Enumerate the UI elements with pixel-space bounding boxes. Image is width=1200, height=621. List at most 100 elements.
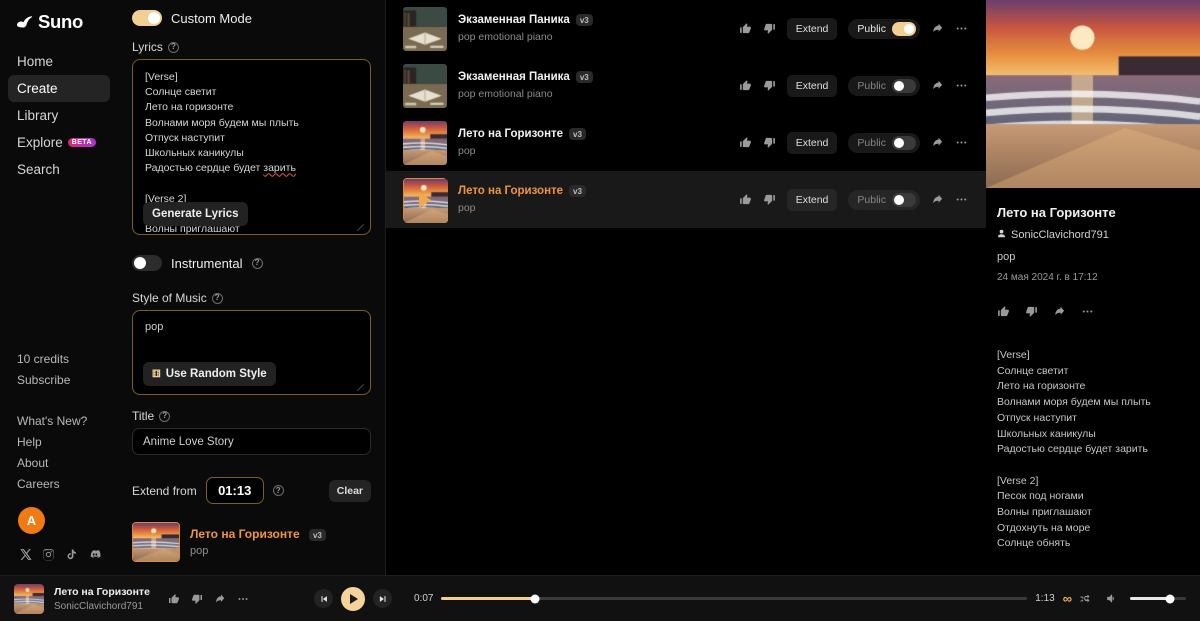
- title-input[interactable]: [132, 428, 371, 455]
- sidebar-item-home[interactable]: Home: [8, 48, 110, 75]
- detail-artwork: [986, 0, 1200, 188]
- x-icon[interactable]: [19, 548, 32, 561]
- thumbs-up-icon[interactable]: [997, 305, 1010, 318]
- shuffle-icon[interactable]: [1079, 593, 1091, 605]
- tiktok-icon[interactable]: [65, 548, 78, 561]
- thumbs-up-icon[interactable]: [168, 593, 180, 605]
- public-toggle[interactable]: Public: [848, 189, 920, 210]
- play-icon[interactable]: [419, 191, 431, 208]
- suno-app: Suno Home Create Library Explore BETA Se…: [0, 0, 1200, 621]
- song-artwork[interactable]: [403, 120, 447, 165]
- speaker-icon[interactable]: [1105, 592, 1118, 605]
- use-random-style-button[interactable]: ⚅ Use Random Style: [143, 362, 276, 386]
- extend-button[interactable]: Extend: [786, 188, 838, 211]
- clear-button[interactable]: Clear: [328, 479, 371, 502]
- extend-from-time-input[interactable]: 01:13: [205, 477, 264, 504]
- next-icon[interactable]: [373, 589, 392, 608]
- volume-slider[interactable]: [1130, 594, 1186, 603]
- more-options-icon[interactable]: [955, 22, 968, 35]
- play-icon[interactable]: [341, 586, 365, 611]
- help-icon-lyrics[interactable]: ?: [167, 41, 179, 53]
- song-actions: Extend Public: [739, 74, 968, 97]
- public-toggle[interactable]: Public: [848, 75, 920, 96]
- help-icon-instrumental[interactable]: ?: [251, 257, 263, 269]
- extend-button[interactable]: Extend: [786, 131, 838, 154]
- player-transport: 0:07 1:13 ∞: [314, 586, 1091, 611]
- lyrics-resize-handle[interactable]: [357, 221, 365, 229]
- sidebar-item-explore[interactable]: Explore BETA: [8, 129, 110, 156]
- more-options-icon[interactable]: [955, 136, 968, 149]
- instagram-icon[interactable]: [42, 548, 55, 561]
- instrumental-label: Instrumental: [171, 255, 243, 271]
- share-icon[interactable]: [931, 193, 944, 206]
- dice-icon: ⚅: [152, 368, 161, 380]
- detail-user-row[interactable]: SonicClavichord791: [997, 229, 1189, 241]
- about-link[interactable]: About: [17, 453, 101, 474]
- extend-from-label: Extend from: [132, 483, 197, 498]
- help-icon-extend[interactable]: ?: [272, 485, 284, 496]
- song-version: v3: [575, 14, 593, 26]
- thumbs-down-icon[interactable]: [1025, 305, 1038, 318]
- share-icon[interactable]: [931, 136, 944, 149]
- more-options-icon[interactable]: [1081, 305, 1094, 318]
- public-toggle[interactable]: Public: [848, 132, 920, 153]
- share-icon[interactable]: [931, 22, 944, 35]
- discord-icon[interactable]: [88, 548, 102, 561]
- thumbs-up-icon[interactable]: [739, 193, 752, 206]
- sidebar-item-library[interactable]: Library: [8, 102, 110, 129]
- avatar[interactable]: A: [18, 507, 45, 534]
- style-label-row: Style of Music ?: [132, 291, 371, 305]
- public-toggle[interactable]: Public: [848, 18, 920, 39]
- thumbs-down-icon[interactable]: [763, 22, 776, 35]
- subscribe-link[interactable]: Subscribe: [17, 370, 101, 391]
- help-icon-title[interactable]: ?: [159, 410, 171, 422]
- thumbs-down-icon[interactable]: [763, 193, 776, 206]
- more-options-icon[interactable]: [955, 193, 968, 206]
- detail-date: 24 мая 2024 г. в 17:12: [997, 272, 1098, 283]
- more-options-icon[interactable]: [955, 79, 968, 92]
- player-volume: [1105, 592, 1186, 605]
- song-artwork[interactable]: [403, 63, 447, 108]
- progress-slider[interactable]: [441, 594, 1028, 603]
- thumbs-down-icon[interactable]: [763, 136, 776, 149]
- instrumental-toggle[interactable]: [132, 255, 162, 271]
- brand-logo[interactable]: Suno: [8, 0, 110, 34]
- thumbs-down-icon[interactable]: [191, 593, 203, 605]
- song-row[interactable]: Лето на Горизонте v3 pop Extend Public: [386, 114, 986, 171]
- thumbs-down-icon[interactable]: [763, 79, 776, 92]
- sidebar-item-search[interactable]: Search: [8, 156, 110, 183]
- player-current-time: 0:07: [414, 593, 434, 604]
- extend-button[interactable]: Extend: [786, 17, 838, 40]
- careers-link[interactable]: Careers: [17, 474, 101, 495]
- custom-mode-toggle[interactable]: [132, 10, 162, 26]
- thumbs-up-icon[interactable]: [739, 136, 752, 149]
- sidebar-item-create[interactable]: Create: [8, 75, 110, 102]
- whats-new-link[interactable]: What's New?: [17, 411, 101, 432]
- song-row[interactable]: Экзаменная Паника v3 pop emotional piano Ex…: [386, 57, 986, 114]
- song-row[interactable]: Лето на Горизонте v3 pop Extend Public: [386, 171, 986, 228]
- infinity-icon[interactable]: ∞: [1063, 591, 1072, 606]
- song-style: pop emotional piano: [458, 31, 553, 43]
- generate-lyrics-button[interactable]: Generate Lyrics: [143, 202, 248, 226]
- song-row[interactable]: Экзаменная Паника v3 pop emotional piano Ex…: [386, 0, 986, 57]
- song-artwork[interactable]: [403, 6, 447, 51]
- extend-button[interactable]: Extend: [786, 74, 838, 97]
- song-artwork[interactable]: [403, 177, 448, 223]
- extend-source-card[interactable]: Лето на Горизонте v3 pop: [132, 522, 371, 562]
- style-resize-handle[interactable]: [357, 381, 365, 389]
- thumbs-up-icon[interactable]: [739, 79, 752, 92]
- style-textarea[interactable]: pop ⚅ Use Random Style: [132, 310, 371, 395]
- help-link[interactable]: Help: [17, 432, 101, 453]
- lyrics-textarea[interactable]: [Verse] Солнце светит Лето на горизонте …: [132, 59, 371, 235]
- share-icon[interactable]: [1053, 305, 1066, 318]
- share-icon[interactable]: [214, 593, 226, 605]
- thumbs-up-icon[interactable]: [739, 22, 752, 35]
- more-options-icon[interactable]: [237, 593, 249, 605]
- help-icon-style[interactable]: ?: [211, 292, 223, 304]
- lyrics-label: Lyrics: [132, 40, 163, 54]
- previous-icon[interactable]: [314, 589, 333, 608]
- player-user: SonicClavichord791: [54, 600, 143, 612]
- share-icon[interactable]: [931, 79, 944, 92]
- music-note-icon: [16, 14, 33, 29]
- detail-user: SonicClavichord791: [1011, 229, 1109, 241]
